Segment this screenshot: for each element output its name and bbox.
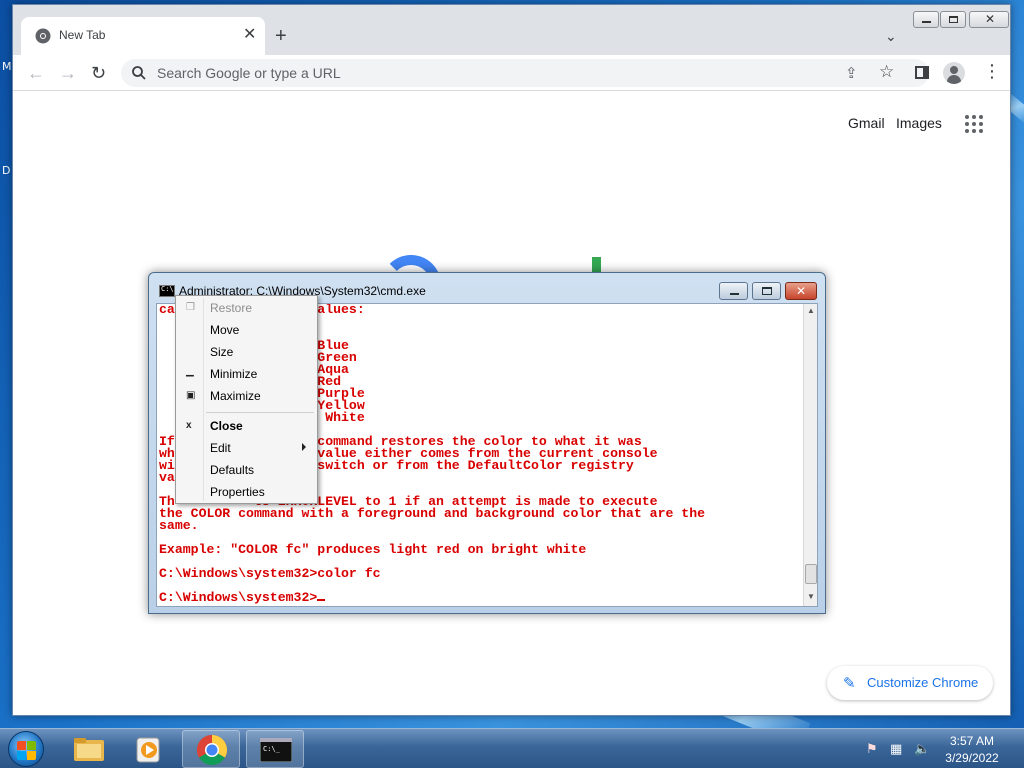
browser-toolbar: ← → ↻ Search Google or type a URL ⇪ ☆ ⋮ <box>13 55 1010 91</box>
menu-item-close[interactable]: Close <box>210 419 243 433</box>
customize-chrome-label: Customize Chrome <box>867 675 979 690</box>
system-context-menu: ❐ Restore Move Size ▁ Minimize ▣ Maximiz… <box>175 295 318 504</box>
chrome-icon <box>196 735 228 766</box>
side-panel-icon[interactable] <box>915 66 929 79</box>
console-prompt-line: C:\Windows\system32> <box>159 590 805 605</box>
reload-icon[interactable]: ↻ <box>91 63 106 83</box>
taskbar-media-player-button[interactable] <box>120 730 178 768</box>
taskbar-explorer-button[interactable] <box>60 730 118 768</box>
menu-item-maximize[interactable]: Maximize <box>210 389 261 403</box>
svg-text:C:\_: C:\_ <box>263 745 281 753</box>
scroll-up-icon[interactable]: ▲ <box>807 306 815 315</box>
window-close-button[interactable]: ✕ <box>969 11 1009 28</box>
cmd-icon: C:\_ <box>260 738 292 762</box>
tab-title: New Tab <box>59 28 106 42</box>
tab-close-icon[interactable]: ✕ <box>243 26 256 44</box>
minimize-glyph-icon: ▁ <box>186 366 194 377</box>
tab-strip: New Tab ✕ + ⌄ ✕ <box>13 5 1010 55</box>
taskbar-cmd-button[interactable]: C:\_ <box>246 730 304 768</box>
desktop-icon-label-partial[interactable]: D <box>2 164 10 177</box>
cmd-window-icon[interactable] <box>159 285 175 297</box>
console-line: C:\Windows\system32>color fc <box>159 566 381 581</box>
console-scrollbar[interactable]: ▲ ▼ <box>803 304 817 606</box>
menu-item-properties[interactable]: Properties <box>210 485 265 499</box>
network-icon[interactable]: ▦ <box>890 741 902 757</box>
volume-icon[interactable]: 🔈 <box>914 741 930 757</box>
share-icon[interactable]: ⇪ <box>845 64 858 82</box>
tab-search-chevron-icon[interactable]: ⌄ <box>885 27 897 45</box>
cmd-minimize-button[interactable] <box>719 282 748 300</box>
taskbar-chrome-button[interactable] <box>182 730 240 768</box>
console-cursor <box>317 599 326 601</box>
gmail-link[interactable]: Gmail <box>848 115 885 131</box>
omnibox[interactable]: Search Google or type a URL ⇪ ☆ <box>121 59 929 87</box>
scroll-thumb[interactable] <box>805 564 817 584</box>
menu-item-defaults[interactable]: Defaults <box>210 463 254 477</box>
console-prompt: C:\Windows\system32> <box>159 590 318 605</box>
clock-date[interactable]: 3/29/2022 <box>942 751 1002 765</box>
tab-new-tab[interactable]: New Tab ✕ <box>21 17 265 55</box>
forward-arrow-icon[interactable]: → <box>59 63 77 83</box>
images-link[interactable]: Images <box>896 115 942 131</box>
close-glyph-icon: x <box>186 420 192 431</box>
google-apps-icon[interactable] <box>965 115 983 133</box>
restore-icon: ❐ <box>186 302 195 313</box>
action-center-flag-icon[interactable]: ⚑ <box>866 741 878 757</box>
back-arrow-icon[interactable]: ← <box>27 63 45 83</box>
bookmark-star-icon[interactable]: ☆ <box>879 62 894 82</box>
more-menu-icon[interactable]: ⋮ <box>983 61 1001 81</box>
search-icon <box>132 66 146 80</box>
profile-avatar-icon[interactable] <box>943 62 965 84</box>
cmd-maximize-button[interactable] <box>752 282 781 300</box>
menu-item-size[interactable]: Size <box>210 345 233 359</box>
omnibox-placeholder: Search Google or type a URL <box>157 65 341 81</box>
scroll-down-icon[interactable]: ▼ <box>807 592 815 601</box>
submenu-arrow-icon <box>302 443 306 451</box>
clock-time[interactable]: 3:57 AM <box>942 734 1002 748</box>
chrome-favicon-icon <box>35 28 51 44</box>
maximize-glyph-icon: ▣ <box>186 390 196 401</box>
customize-chrome-button[interactable]: ✎ Customize Chrome <box>827 666 993 700</box>
desktop-icon-label-partial[interactable]: M <box>2 60 12 73</box>
console-line: the COLOR command with a foreground and … <box>159 506 706 521</box>
window-restore-button[interactable] <box>940 11 966 28</box>
folder-icon <box>74 738 104 761</box>
console-line: Example: "COLOR fc" produces light red o… <box>159 542 587 557</box>
console-line: same. <box>159 518 199 533</box>
window-minimize-button[interactable] <box>913 11 939 28</box>
menu-item-edit[interactable]: Edit <box>210 441 231 455</box>
menu-item-move[interactable]: Move <box>210 323 239 337</box>
menu-separator <box>206 412 314 413</box>
media-player-icon <box>136 737 160 763</box>
cmd-close-button[interactable] <box>785 282 817 300</box>
menu-item-minimize[interactable]: Minimize <box>210 367 257 381</box>
start-button[interactable] <box>8 731 44 767</box>
menu-item-restore: Restore <box>210 301 253 315</box>
pencil-icon: ✎ <box>843 675 856 692</box>
new-tab-plus-icon[interactable]: + <box>275 25 287 47</box>
taskbar: C:\_ ⚑ ▦ 🔈 3:57 AM 3/29/2022 <box>0 728 1024 768</box>
